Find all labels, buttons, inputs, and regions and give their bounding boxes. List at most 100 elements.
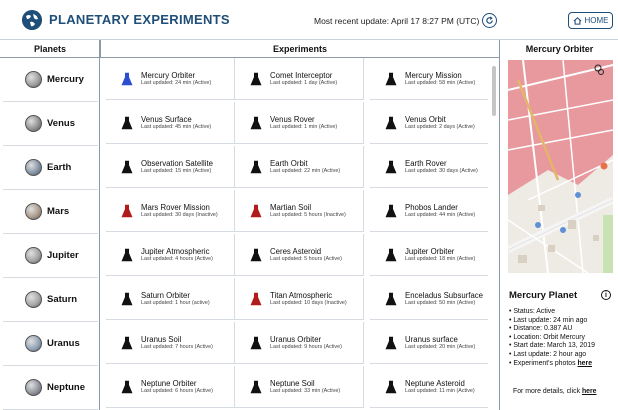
planet-row-mars[interactable]: Mars xyxy=(3,190,98,234)
experiment-text: Jupiter Orbiter Last updated: 18 min (Act… xyxy=(405,247,475,262)
flask-icon xyxy=(121,116,133,129)
experiment-text: Titan Atmospheric Last updated: 10 days (… xyxy=(270,291,347,306)
planet-row-venus[interactable]: Venus xyxy=(3,102,98,146)
experiment-cell[interactable]: Titan Atmospheric Last updated: 10 days (… xyxy=(235,278,364,320)
planet-name: Neptune xyxy=(47,382,85,393)
experiment-cell[interactable]: Earth Rover Last updated: 30 days (Active… xyxy=(370,146,488,188)
flask-icon xyxy=(250,248,262,261)
experiment-name: Mars Rover Mission xyxy=(141,203,210,212)
experiment-name: Titan Atmospheric xyxy=(270,291,333,300)
info-item-photos: Experiment's photos here xyxy=(509,360,595,369)
experiment-cell[interactable]: Uranus surface Last updated: 20 min (Acti… xyxy=(370,322,488,364)
experiment-status: Last updated: 30 days (Inactive) xyxy=(141,212,218,218)
experiment-cell[interactable]: Earth Orbit Last updated: 22 min (Active) xyxy=(235,146,364,188)
experiment-cell[interactable]: Venus Surface Last updated: 45 min (Activ… xyxy=(106,102,235,144)
flask-icon xyxy=(385,248,397,261)
experiment-status: Last updated: 1 min (Active) xyxy=(270,124,338,130)
planet-row-uranus[interactable]: Uranus xyxy=(3,322,98,366)
experiment-name: Saturn Orbiter xyxy=(141,291,190,300)
experiment-text: Mercury Orbiter Last updated: 24 min (Act… xyxy=(141,71,211,86)
planet-row-saturn[interactable]: Saturn xyxy=(3,278,98,322)
home-button[interactable]: HOME xyxy=(568,12,613,29)
experiment-status: Last updated: 11 min (Active) xyxy=(405,388,475,394)
detail-panel-title: Mercury Orbiter xyxy=(525,44,594,54)
experiment-cell[interactable]: Phobos Lander Last updated: 44 min (Activ… xyxy=(370,190,488,232)
experiment-text: Uranus Orbiter Last updated: 9 hours (Act… xyxy=(270,335,342,350)
photos-link[interactable]: here xyxy=(577,360,592,367)
experiment-cell[interactable]: Uranus Soil Last updated: 7 hours (Active… xyxy=(106,322,235,364)
experiment-status: Last updated: 2 days (Active) xyxy=(405,124,475,130)
planet-icon xyxy=(25,115,42,132)
experiment-name: Observation Satellite xyxy=(141,159,213,168)
refresh-button[interactable] xyxy=(482,13,497,28)
experiment-name: Jupiter Orbiter xyxy=(405,247,455,256)
flask-icon xyxy=(385,204,397,217)
planet-row-mercury[interactable]: Mercury xyxy=(3,58,98,102)
experiment-status: Last updated: 15 min (Active) xyxy=(141,168,212,174)
experiment-status: Last updated: 33 min (Active) xyxy=(270,388,341,394)
experiment-status: Last updated: 5 hours (Inactive) xyxy=(270,212,346,218)
experiment-text: Neptune Orbiter Last updated: 6 hours (Ac… xyxy=(141,379,213,394)
experiment-name: Earth Orbit xyxy=(270,159,308,168)
experiment-status: Last updated: 7 hours (Active) xyxy=(141,344,213,350)
experiment-cell[interactable]: Enceladus Subsurface Last updated: 50 min… xyxy=(370,278,488,320)
experiment-cell[interactable]: Saturn Orbiter Last updated: 1 hour (acti… xyxy=(106,278,235,320)
experiment-cell[interactable]: Observation Satellite Last updated: 15 mi… xyxy=(106,146,235,188)
info-icon[interactable]: i xyxy=(601,290,611,300)
experiment-text: Neptune Asteroid Last updated: 11 min (Ac… xyxy=(405,379,475,394)
experiment-cell[interactable]: Martian Soil Last updated: 5 hours (Inact… xyxy=(235,190,364,232)
experiment-name: Uranus surface xyxy=(405,335,458,344)
experiment-cell[interactable]: Neptune Soil Last updated: 33 min (Active… xyxy=(235,366,364,408)
planet-name: Jupiter xyxy=(47,250,79,261)
experiment-status: Last updated: 45 min (Active) xyxy=(141,124,212,130)
experiment-status: Last updated: 1 hour (active) xyxy=(141,300,210,306)
flask-icon xyxy=(385,116,397,129)
experiment-cell[interactable]: Uranus Orbiter Last updated: 9 hours (Act… xyxy=(235,322,364,364)
experiment-status: Last updated: 5 hours (Active) xyxy=(270,256,342,262)
experiment-text: Mars Rover Mission Last updated: 30 days … xyxy=(141,203,218,218)
flask-icon xyxy=(121,160,133,173)
experiment-cell[interactable]: Venus Orbit Last updated: 2 days (Active) xyxy=(370,102,488,144)
planet-icon xyxy=(25,159,42,176)
experiment-cell[interactable]: Jupiter Orbiter Last updated: 18 min (Act… xyxy=(370,234,488,276)
planet-row-jupiter[interactable]: Jupiter xyxy=(3,234,98,278)
flask-icon xyxy=(121,336,133,349)
experiment-cell[interactable]: Neptune Orbiter Last updated: 6 hours (Ac… xyxy=(106,366,235,408)
planet-row-earth[interactable]: Earth xyxy=(3,146,98,190)
globe-icon xyxy=(22,10,42,30)
location-map[interactable] xyxy=(508,60,613,273)
experiment-name: Martian Soil xyxy=(270,203,312,212)
experiment-text: Phobos Lander Last updated: 44 min (Activ… xyxy=(405,203,475,218)
experiment-cell[interactable]: Mercury Mission Last updated: 58 min (Act… xyxy=(370,58,488,100)
planet-name: Mercury xyxy=(47,74,84,85)
experiment-cell[interactable]: Mercury Orbiter Last updated: 24 min (Act… xyxy=(106,58,235,100)
experiment-cell[interactable]: Neptune Asteroid Last updated: 11 min (Ac… xyxy=(370,366,488,408)
experiments-grid: Mercury Orbiter Last updated: 24 min (Act… xyxy=(100,58,498,408)
map-graphic xyxy=(508,60,613,273)
flask-icon xyxy=(385,72,397,85)
experiments-scrollbar[interactable] xyxy=(492,66,496,116)
home-label: HOME xyxy=(584,16,609,25)
flask-icon xyxy=(385,336,397,349)
experiment-cell[interactable]: Comet Interceptor Last updated: 1 day (Ac… xyxy=(235,58,364,100)
experiment-text: Venus Orbit Last updated: 2 days (Active) xyxy=(405,115,475,130)
flask-icon xyxy=(385,160,397,173)
more-details-link[interactable]: here xyxy=(582,388,597,395)
experiment-name: Earth Rover xyxy=(405,159,447,168)
experiment-text: Enceladus Subsurface Last updated: 50 min… xyxy=(405,291,483,306)
experiment-name: Uranus Orbiter xyxy=(270,335,322,344)
info-list: Status: ActiveLast update: 24 min agoDis… xyxy=(509,308,595,368)
experiment-name: Mercury Orbiter xyxy=(141,71,196,80)
experiment-name: Uranus Soil xyxy=(141,335,182,344)
experiment-cell[interactable]: Jupiter Atmospheric Last updated: 4 hours… xyxy=(106,234,235,276)
planet-row-neptune[interactable]: Neptune xyxy=(3,366,98,410)
experiment-cell[interactable]: Mars Rover Mission Last updated: 30 days … xyxy=(106,190,235,232)
experiment-text: Uranus surface Last updated: 20 min (Acti… xyxy=(405,335,475,350)
experiment-status: Last updated: 24 min (Active) xyxy=(141,80,212,86)
experiment-cell[interactable]: Ceres Asteroid Last updated: 5 hours (Act… xyxy=(235,234,364,276)
flask-icon xyxy=(250,204,262,217)
flask-icon xyxy=(250,160,262,173)
flask-icon xyxy=(250,116,262,129)
experiment-cell[interactable]: Venus Rover Last updated: 1 min (Active) xyxy=(235,102,364,144)
experiment-status: Last updated: 1 day (Active) xyxy=(270,80,338,86)
